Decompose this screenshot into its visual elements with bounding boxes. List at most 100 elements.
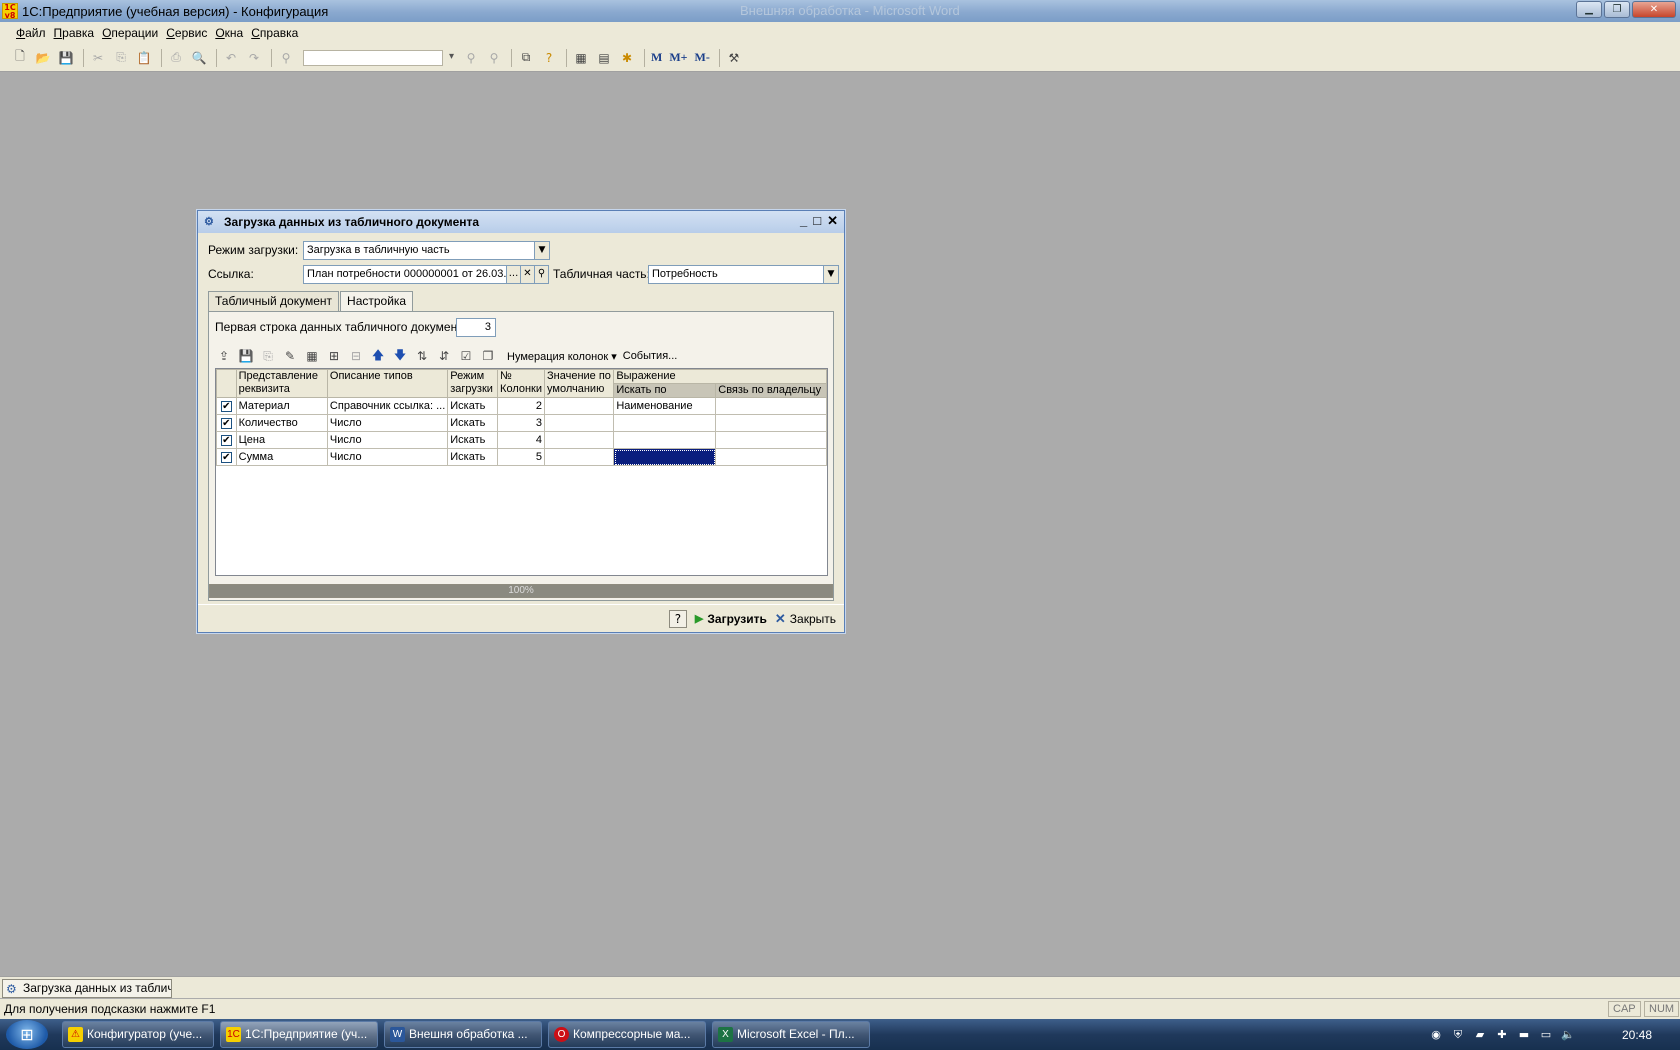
first-row-input[interactable]: 3	[456, 318, 496, 337]
cut-icon[interactable]: ✂	[88, 48, 108, 68]
table-row[interactable]: ✔ Материал Справочник ссылка: ... Искать…	[216, 397, 827, 415]
cell-default[interactable]	[544, 414, 615, 432]
cell-search-by[interactable]: Наименование	[613, 397, 717, 415]
find-next-icon[interactable]: ⚲	[461, 48, 481, 68]
dialog-maximize-icon[interactable]: □	[813, 213, 821, 229]
row-checkbox[interactable]: ✔	[220, 434, 232, 446]
cell-types[interactable]: Число	[326, 448, 449, 466]
menu-help[interactable]: Справка	[247, 26, 302, 40]
move-down-icon[interactable]: 🡇	[391, 347, 409, 365]
cell-owner-link[interactable]	[715, 414, 827, 432]
events-button[interactable]: События...	[623, 350, 678, 362]
header-col-no[interactable]: № Колонки	[497, 369, 546, 398]
task-enterprise[interactable]: 1С 1С:Предприятие (уч...	[220, 1021, 378, 1048]
help-icon[interactable]: ?	[539, 48, 559, 68]
clear-icon[interactable]: ✕	[521, 265, 535, 284]
calendar-icon[interactable]: ▤	[594, 48, 614, 68]
volume-icon[interactable]: 🔈	[1560, 1027, 1576, 1043]
row-checkbox[interactable]: ✔	[220, 417, 232, 429]
open-link-icon[interactable]: ⚲	[535, 265, 549, 284]
minimize-icon[interactable]: ▁	[1576, 1, 1602, 18]
menu-windows[interactable]: Окна	[211, 26, 247, 40]
menu-edit[interactable]: Правка	[50, 26, 99, 40]
cell-search-by[interactable]	[613, 431, 717, 449]
copy-row-icon[interactable]: ⎘	[259, 347, 277, 365]
memory-plus-button[interactable]: M+	[667, 48, 689, 68]
cell-mode[interactable]: Искать	[447, 448, 499, 466]
add-row-icon[interactable]: ⊞	[325, 347, 343, 365]
menu-operations[interactable]: Операции	[98, 26, 162, 40]
restore-settings-icon[interactable]: ⇪	[215, 347, 233, 365]
header-search-by[interactable]: Искать по	[613, 383, 717, 398]
chevron-down-icon[interactable]: ▼	[535, 241, 550, 260]
memory-minus-button[interactable]: M-	[693, 48, 712, 68]
menu-file[interactable]: Файл	[12, 26, 50, 40]
memory-button[interactable]: M	[649, 48, 664, 68]
undo-icon[interactable]: ↶	[221, 48, 241, 68]
save-settings-icon[interactable]: 💾	[237, 347, 255, 365]
load-button[interactable]: ▶ Загрузить	[695, 612, 767, 626]
table-row[interactable]: ✔ Количество Число Искать 3	[216, 414, 827, 432]
cell-col-no[interactable]: 5	[497, 448, 546, 466]
cell-col-no[interactable]: 2	[497, 397, 546, 415]
header-attribute[interactable]: Представление реквизита	[235, 369, 328, 398]
gear-icon[interactable]: ✱	[617, 48, 637, 68]
redo-icon[interactable]: ↷	[244, 48, 264, 68]
calculator-icon[interactable]: ▦	[571, 48, 591, 68]
open-icon[interactable]: 📂	[33, 48, 53, 68]
close-icon[interactable]: ✕	[1632, 1, 1676, 18]
table-row[interactable]: ✔ Сумма Число Искать 5	[216, 448, 827, 466]
cell-types[interactable]: Справочник ссылка: ...	[326, 397, 449, 415]
uncheck-all-icon[interactable]: ❐	[479, 347, 497, 365]
find-icon[interactable]: ⚲	[276, 48, 296, 68]
cell-default[interactable]	[544, 448, 615, 466]
sort-asc-icon[interactable]: ⇅	[413, 347, 431, 365]
cell-default[interactable]	[544, 397, 615, 415]
row-checkbox[interactable]: ✔	[220, 451, 232, 463]
cell-col-no[interactable]: 3	[497, 414, 546, 432]
search-combo[interactable]	[303, 49, 454, 66]
shield-icon[interactable]: ⛨	[1450, 1027, 1466, 1043]
dialog-close-icon[interactable]: ✕	[827, 213, 838, 229]
save-icon[interactable]: 💾	[56, 48, 76, 68]
tab-settings[interactable]: Настройка	[340, 291, 414, 312]
task-excel[interactable]: X Microsoft Excel - Пл...	[712, 1021, 870, 1048]
sort-desc-icon[interactable]: ⇵	[435, 347, 453, 365]
cell-mode[interactable]: Искать	[447, 431, 499, 449]
cell-attribute[interactable]: Количество	[235, 414, 328, 432]
load-mode-select[interactable]: Загрузка в табличную часть	[303, 241, 535, 260]
cell-owner-link[interactable]	[715, 448, 827, 466]
header-expression[interactable]: Выражение	[613, 369, 827, 384]
window-list-item[interactable]: ⚙ Загрузка данных из таблич...	[2, 979, 172, 998]
monitor-icon[interactable]: ▭	[1538, 1027, 1554, 1043]
dialog-minimize-icon[interactable]: _	[800, 213, 807, 229]
cell-types[interactable]: Число	[326, 431, 449, 449]
header-default[interactable]: Значение по умолчанию	[544, 369, 615, 398]
language-flag-icon[interactable]: ▬	[1516, 1027, 1532, 1043]
security-icon[interactable]: ✚	[1494, 1027, 1510, 1043]
menu-service[interactable]: Сервис	[162, 26, 211, 40]
header-types[interactable]: Описание типов	[326, 369, 449, 398]
cell-attribute[interactable]: Сумма	[235, 448, 328, 466]
cell-attribute[interactable]: Материал	[235, 397, 328, 415]
tab-spreadsheet[interactable]: Табличный документ	[208, 291, 340, 311]
cell-attribute[interactable]: Цена	[235, 431, 328, 449]
preview-icon[interactable]: 🔍	[189, 48, 209, 68]
paste-icon[interactable]: 📋	[134, 48, 154, 68]
cell-owner-link[interactable]	[715, 397, 827, 415]
cell-default[interactable]	[544, 431, 615, 449]
print-icon[interactable]: ⎙	[166, 48, 186, 68]
cell-search-by-selected[interactable]	[613, 448, 717, 466]
copy-icon[interactable]: ⎘	[111, 48, 131, 68]
chevron-down-icon[interactable]: ▼	[824, 265, 839, 284]
find-prev-icon[interactable]: ⚲	[484, 48, 504, 68]
move-up-icon[interactable]: 🡅	[369, 347, 387, 365]
tools-icon[interactable]: ⚒	[724, 48, 744, 68]
column-numbering-button[interactable]: Нумерация колонок ▾	[507, 350, 617, 363]
help-button[interactable]: ?	[668, 609, 687, 628]
attributes-grid[interactable]: Представление реквизита Описание типов Р…	[215, 368, 828, 576]
delete-row-icon[interactable]: ⊟	[347, 347, 365, 365]
cell-types[interactable]: Число	[326, 414, 449, 432]
cell-col-no[interactable]: 4	[497, 431, 546, 449]
table-part-select[interactable]: Потребность	[648, 265, 824, 284]
